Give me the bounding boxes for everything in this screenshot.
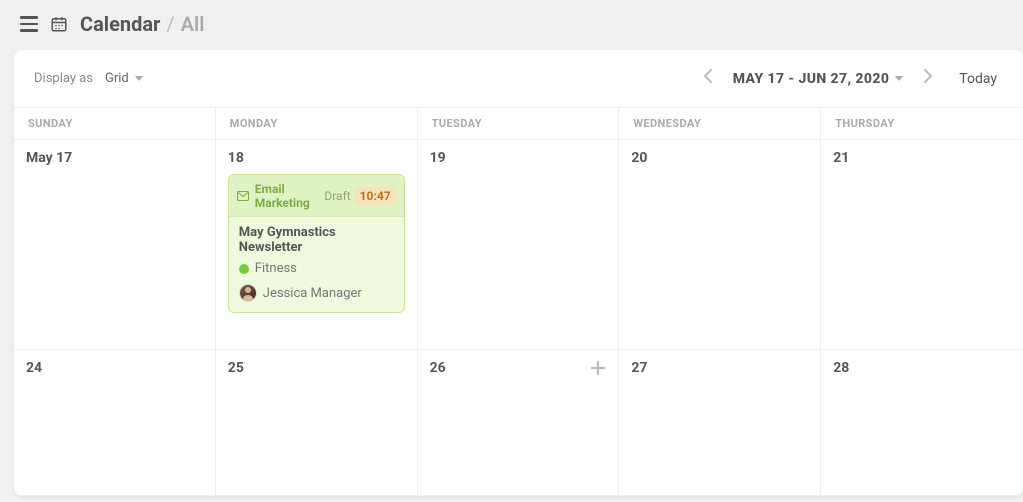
- envelope-icon: [237, 191, 249, 201]
- page-title[interactable]: Calendar: [80, 12, 160, 36]
- today-button[interactable]: Today: [953, 67, 1003, 91]
- display-mode-select[interactable]: Grid: [105, 71, 143, 86]
- day-label: 28: [833, 360, 1011, 376]
- day-label: 21: [833, 150, 1011, 166]
- prev-period-button[interactable]: [695, 64, 721, 93]
- breadcrumb: Calendar / All: [80, 12, 204, 36]
- event-user-name: Jessica Manager: [263, 286, 362, 301]
- date-range-label: MAY 17 - JUN 27, 2020: [733, 71, 890, 87]
- breadcrumb-sep: /: [166, 12, 174, 36]
- day-label: 26: [430, 360, 607, 376]
- weekday-header: SUNDAY MONDAY TUESDAY WEDNESDAY THURSDAY: [14, 108, 1023, 140]
- event-card[interactable]: Email Marketing Draft 10:47 May Gymnasti…: [228, 174, 405, 313]
- day-cell[interactable]: 28: [821, 350, 1023, 495]
- day-label: 20: [631, 150, 808, 166]
- day-cell[interactable]: 19: [418, 140, 620, 349]
- day-cell[interactable]: 25: [216, 350, 418, 495]
- day-label: 24: [26, 360, 203, 376]
- day-label: 19: [430, 150, 607, 166]
- avatar: [239, 284, 257, 302]
- day-label: May 17: [26, 150, 203, 166]
- event-tag: Fitness: [239, 261, 394, 276]
- weekday-label: SUNDAY: [14, 108, 216, 139]
- day-cell[interactable]: May 17: [14, 140, 216, 349]
- next-period-button[interactable]: [915, 64, 941, 93]
- weekday-label: WEDNESDAY: [619, 108, 821, 139]
- weekday-label: MONDAY: [216, 108, 418, 139]
- week-row: May 17 18 Email Marketing Draft 10:47: [14, 140, 1023, 350]
- event-type-label: Email Marketing: [255, 182, 325, 210]
- page-subtitle[interactable]: All: [181, 12, 205, 36]
- day-cell[interactable]: 21: [821, 140, 1023, 349]
- event-tag-label: Fitness: [255, 261, 297, 276]
- display-as-label: Display as: [34, 71, 93, 86]
- tag-dot-icon: [239, 264, 249, 274]
- day-cell[interactable]: 26: [418, 350, 620, 495]
- calendar-icon: [50, 15, 68, 33]
- calendar-panel: Display as Grid MAY 17 - JUN 27, 2020 To…: [14, 50, 1023, 496]
- weekday-label: TUESDAY: [418, 108, 620, 139]
- event-time: 10:47: [355, 187, 396, 205]
- day-label: 27: [631, 360, 808, 376]
- event-user: Jessica Manager: [239, 284, 394, 302]
- day-cell[interactable]: 18 Email Marketing Draft 10:47 May: [216, 140, 418, 349]
- menu-button[interactable]: [20, 16, 38, 32]
- day-cell[interactable]: 24: [14, 350, 216, 495]
- day-cell[interactable]: 27: [619, 350, 821, 495]
- day-label: 25: [228, 360, 405, 376]
- add-event-button[interactable]: [588, 358, 608, 378]
- date-range-picker[interactable]: MAY 17 - JUN 27, 2020: [733, 71, 904, 87]
- chevron-down-icon: [135, 76, 143, 81]
- display-mode-value: Grid: [105, 71, 129, 86]
- weekday-label: THURSDAY: [821, 108, 1023, 139]
- week-row: 24 25 26 27 28: [14, 350, 1023, 496]
- day-cell[interactable]: 20: [619, 140, 821, 349]
- day-label: 18: [228, 150, 405, 166]
- event-title: May Gymnastics Newsletter: [239, 225, 394, 255]
- event-status: Draft: [324, 189, 350, 203]
- chevron-down-icon: [895, 76, 903, 81]
